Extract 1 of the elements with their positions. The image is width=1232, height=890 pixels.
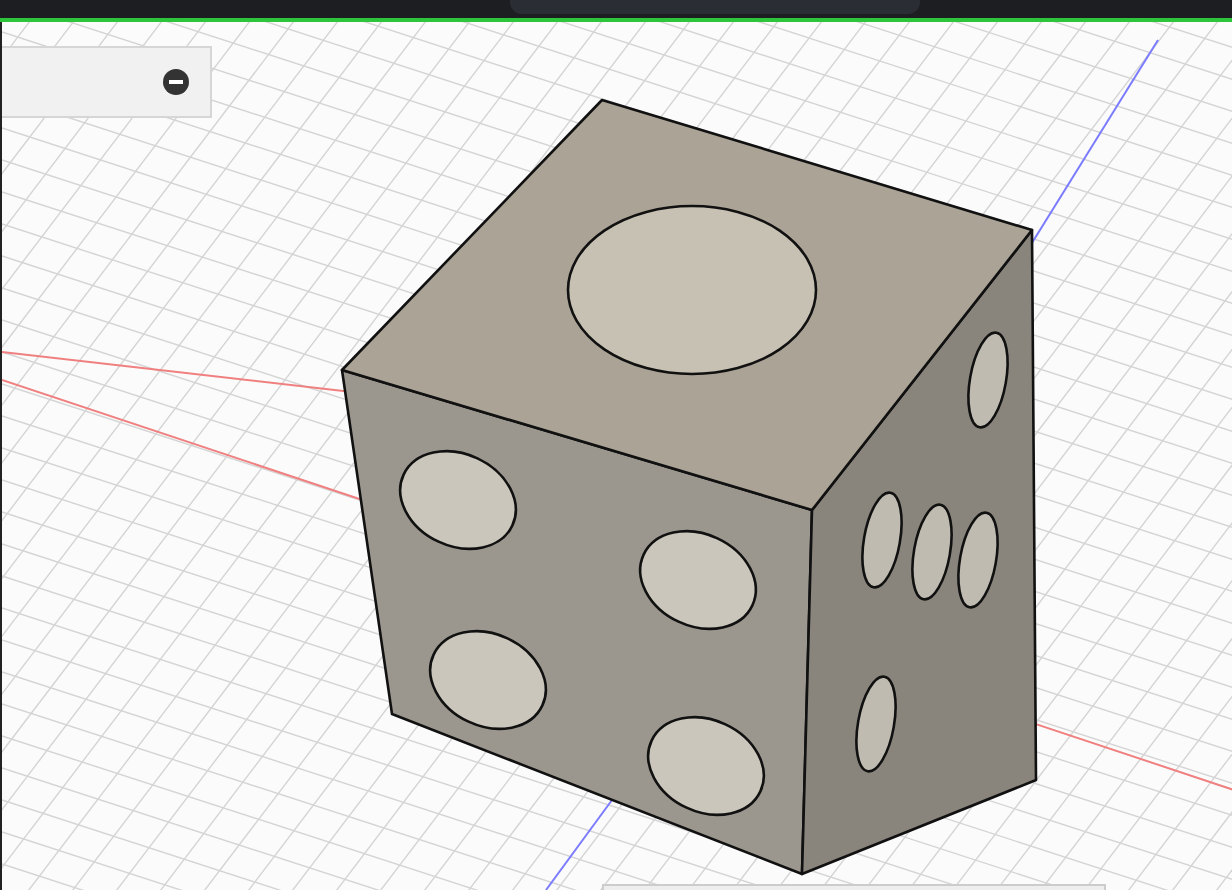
collapse-icon[interactable] xyxy=(162,68,190,96)
